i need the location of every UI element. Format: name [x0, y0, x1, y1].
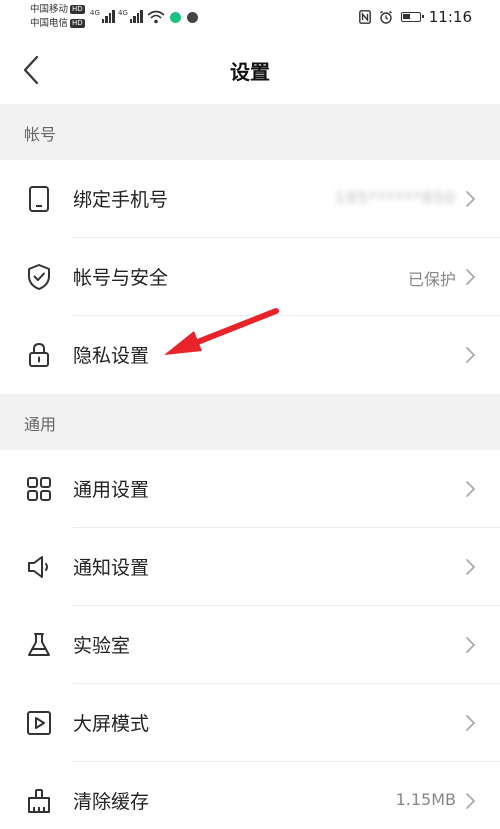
settings-item-label: 帐号与安全: [73, 267, 169, 289]
settings-item-label: 大屏模式: [73, 713, 150, 735]
settings-item-account-security[interactable]: 帐号与安全 已保护: [0, 238, 500, 316]
section-header-general: 通用: [0, 394, 500, 450]
settings-item-lab[interactable]: 实验室: [0, 606, 500, 684]
app-status-icon-2: [187, 12, 198, 23]
chevron-right-icon: [466, 191, 476, 207]
lock-icon: [24, 340, 54, 370]
chevron-right-icon: [466, 715, 476, 731]
settings-item-clear-cache[interactable]: 清除缓存 1.15MB: [0, 762, 500, 829]
settings-item-label: 绑定手机号: [73, 189, 169, 211]
phone-icon: [24, 184, 54, 214]
settings-item-bind-phone[interactable]: 绑定手机号 185******850: [0, 160, 500, 238]
signal-1-icon: 4G: [90, 9, 115, 23]
carrier-2: 中国电信: [30, 18, 69, 29]
settings-item-label: 通知设置: [73, 557, 150, 579]
signal-2-icon: 4G: [118, 9, 143, 23]
nfc-icon: [358, 10, 371, 24]
shield-icon: [24, 262, 54, 292]
alarm-icon: [379, 10, 392, 24]
carrier-1: 中国移动: [30, 4, 69, 15]
app-status-icon: [170, 12, 181, 23]
cache-size-value: 1.15MB: [395, 790, 456, 809]
broom-icon: [24, 786, 54, 816]
page-title: 设置: [230, 60, 270, 84]
flask-icon: [24, 630, 54, 660]
chevron-right-icon: [466, 793, 476, 809]
chevron-right-icon: [466, 269, 476, 285]
settings-item-privacy[interactable]: 隐私设置: [0, 316, 500, 394]
settings-item-big-screen[interactable]: 大屏模式: [0, 684, 500, 762]
settings-item-label: 通用设置: [73, 479, 150, 501]
speaker-icon: [24, 552, 54, 582]
settings-item-label: 隐私设置: [73, 345, 150, 367]
grid-icon: [24, 474, 54, 504]
nav-bar: 设置: [0, 36, 500, 104]
section-header-account: 帐号: [0, 104, 500, 160]
chevron-right-icon: [466, 481, 476, 497]
clock: 11:16: [428, 8, 472, 26]
chevron-right-icon: [466, 347, 476, 363]
settings-item-general[interactable]: 通用设置: [0, 450, 500, 528]
settings-item-label: 清除缓存: [73, 791, 150, 813]
status-bar: 中国移动 HD 中国电信 HD 4G 4G 11:16: [0, 0, 500, 36]
settings-item-notifications[interactable]: 通知设置: [0, 528, 500, 606]
chevron-right-icon: [466, 559, 476, 575]
hd-badge-2: HD: [70, 19, 85, 28]
security-status-value: 已保护: [407, 270, 456, 289]
play-screen-icon: [24, 708, 54, 738]
hd-badge-1: HD: [70, 5, 85, 14]
carrier-info: 中国移动 HD 中国电信 HD: [30, 3, 85, 31]
wifi-icon: [147, 10, 165, 24]
phone-number-value: 185******850: [334, 188, 456, 207]
chevron-right-icon: [466, 637, 476, 653]
battery-icon: [400, 12, 424, 22]
settings-item-label: 实验室: [73, 635, 131, 657]
